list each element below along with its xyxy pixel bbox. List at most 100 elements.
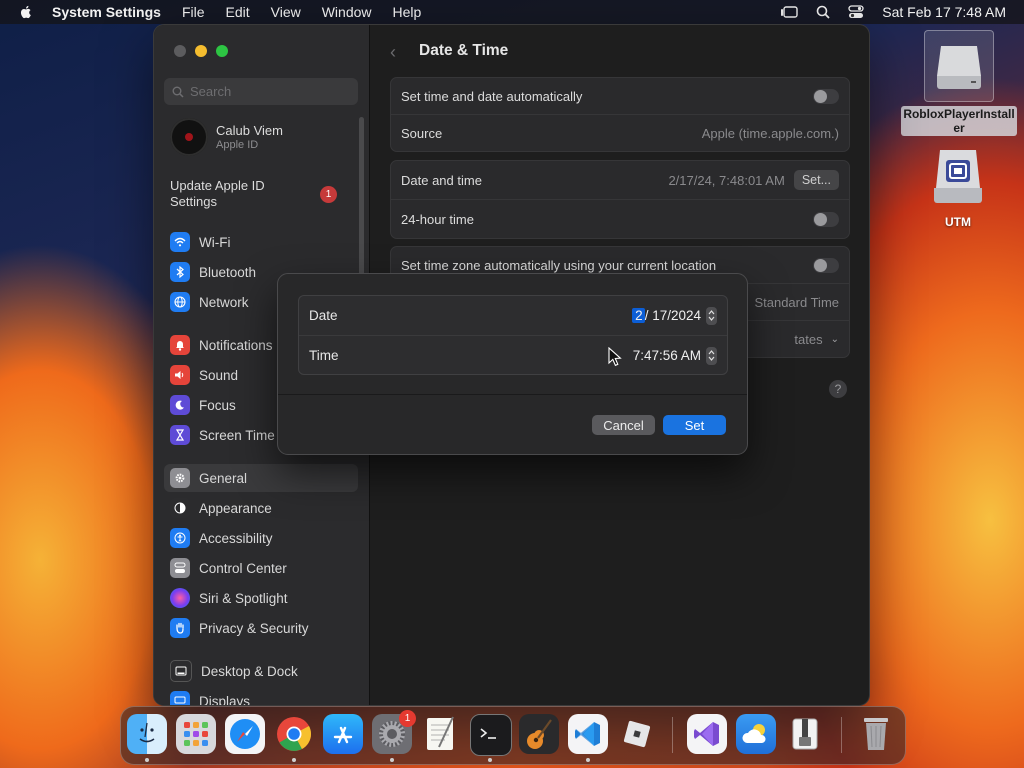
running-indicator (390, 758, 394, 762)
search-icon[interactable] (816, 5, 830, 19)
finder-icon (139, 722, 155, 743)
stage-manager-icon[interactable] (780, 5, 798, 19)
dock-separator (672, 717, 673, 753)
desktop-icon-utm[interactable]: UTM (918, 146, 998, 229)
sidebar-search-field[interactable]: Search (164, 78, 358, 105)
dock-launchpad[interactable] (176, 714, 216, 754)
dock-textedit[interactable] (421, 714, 461, 754)
desktop-icon-roblox-installer[interactable]: RobloxPlayerInstaller (898, 30, 1020, 136)
account-subtitle: Apple ID (216, 139, 259, 151)
menu-app-name[interactable]: System Settings (52, 4, 161, 20)
running-indicator (292, 758, 296, 762)
menu-window[interactable]: Window (322, 4, 372, 20)
dock-roblox[interactable] (617, 714, 657, 754)
dock-vscode[interactable] (568, 714, 608, 754)
timezone-value: Standard Time (754, 294, 839, 310)
avatar (170, 118, 208, 156)
set-button[interactable]: Set (663, 415, 726, 435)
dock-chrome[interactable] (274, 714, 314, 754)
date-time-fields: Date 2 / 17/2024 Time 7:47:56 AM (298, 295, 728, 375)
date-stepper[interactable] (706, 306, 717, 325)
sidebar-item-label: Control Center (199, 560, 287, 576)
dock-safari[interactable] (225, 714, 265, 754)
sidebar-item-label: General (199, 470, 248, 486)
zoom-button[interactable] (216, 45, 228, 57)
sidebar-item-label: Accessibility (199, 530, 273, 546)
search-icon (172, 86, 184, 98)
dock-garageband[interactable] (519, 714, 559, 754)
update-badge: 1 (320, 186, 337, 203)
source-row: Source Apple (time.apple.com.) (391, 114, 849, 151)
sidebar-item-label: Siri & Spotlight (199, 590, 288, 606)
appearance-icon (170, 498, 190, 518)
apple-logo-icon[interactable] (18, 4, 34, 20)
dock-trash[interactable] (856, 714, 896, 754)
menu-clock[interactable]: Sat Feb 17 7:48 AM (882, 4, 1006, 20)
time-stepper[interactable] (706, 346, 717, 365)
terminal-icon (480, 728, 496, 739)
closest-city-value[interactable]: tates (794, 332, 822, 347)
auto-time-toggle[interactable] (813, 88, 839, 104)
trash-icon (864, 718, 888, 750)
source-value[interactable]: Apple (time.apple.com.) (702, 126, 839, 141)
close-button[interactable] (174, 45, 186, 57)
sidebar-item-privacy-security[interactable]: Privacy & Security (164, 614, 358, 642)
date-time-group: Date and time 2/17/24, 7:48:01 AM Set...… (390, 160, 850, 239)
hour24-toggle[interactable] (813, 211, 839, 227)
menu-help[interactable]: Help (393, 4, 422, 20)
sidebar-item-appearance[interactable]: Appearance (164, 494, 358, 522)
timezone-auto-label: Set time zone automatically using your c… (401, 257, 717, 273)
set-date-time-button[interactable]: Set... (793, 170, 839, 190)
sidebar-item-wifi[interactable]: Wi-Fi (164, 228, 358, 256)
stepper-arrows-icon (708, 310, 715, 321)
control-center-icon[interactable] (848, 5, 864, 19)
dock-terminal[interactable] (470, 714, 512, 756)
gear-icon (170, 468, 190, 488)
set-date-time-dialog: Date 2 / 17/2024 Time 7:47:56 AM Cancel … (277, 273, 748, 455)
globe-icon (170, 292, 190, 312)
sidebar-item-siri-spotlight[interactable]: Siri & Spotlight (164, 584, 358, 612)
dock-archive-utility[interactable] (785, 714, 825, 754)
timezone-auto-toggle[interactable] (813, 257, 839, 273)
wifi-icon (170, 232, 190, 252)
sidebar-item-label: Desktop & Dock (201, 663, 298, 679)
dock-app-store[interactable] (323, 714, 363, 754)
apple-id-account[interactable]: Calub Viem Apple ID (170, 118, 283, 156)
minimize-button[interactable] (195, 45, 207, 57)
menu-bar: System Settings File Edit View Window He… (0, 0, 1024, 24)
time-row: Time 7:47:56 AM (299, 335, 727, 375)
back-chevron-icon[interactable]: ‹ (390, 42, 396, 63)
cancel-button[interactable]: Cancel (592, 415, 655, 435)
time-value[interactable]: 7:47:56 AM (633, 348, 701, 363)
content-header: ‹ Date & Time (370, 25, 869, 77)
menu-file[interactable]: File (182, 4, 205, 20)
sidebar-item-label: Privacy & Security (199, 620, 309, 636)
update-apple-id-item[interactable]: Update Apple ID Settings (170, 178, 280, 210)
guitar-icon (527, 719, 552, 749)
auto-time-label: Set time and date automatically (401, 88, 583, 104)
dock-weather[interactable] (736, 714, 776, 754)
date-day-year-segment[interactable]: / 17/2024 (645, 308, 701, 323)
menu-view[interactable]: View (271, 4, 301, 20)
account-name: Calub Viem (216, 123, 283, 138)
sidebar-item-displays[interactable]: Displays (164, 687, 358, 705)
sidebar-item-general[interactable]: General (164, 464, 358, 492)
help-button[interactable]: ? (829, 380, 847, 398)
date-month-segment[interactable]: 2 (632, 308, 645, 323)
hour24-row: 24-hour time (391, 199, 849, 238)
sidebar-item-accessibility[interactable]: Accessibility (164, 524, 358, 552)
time-field[interactable]: 7:47:56 AM (633, 346, 717, 365)
running-indicator (145, 758, 149, 762)
chevron-down-icon[interactable]: ⌄ (831, 334, 839, 345)
dock-visual-studio[interactable] (687, 714, 727, 754)
menu-edit[interactable]: Edit (226, 4, 250, 20)
dock: 1 (120, 706, 906, 765)
date-time-value: 2/17/24, 7:48:01 AM (668, 172, 785, 188)
date-time-row: Date and time 2/17/24, 7:48:01 AM Set... (391, 161, 849, 199)
dialog-divider (278, 394, 747, 395)
sidebar-item-label: Notifications (199, 337, 273, 353)
date-field[interactable]: 2 / 17/2024 (632, 306, 717, 325)
sidebar-item-desktop-dock[interactable]: Desktop & Dock (164, 657, 358, 685)
sidebar-item-control-center[interactable]: Control Center (164, 554, 358, 582)
dock-finder[interactable] (127, 714, 167, 754)
